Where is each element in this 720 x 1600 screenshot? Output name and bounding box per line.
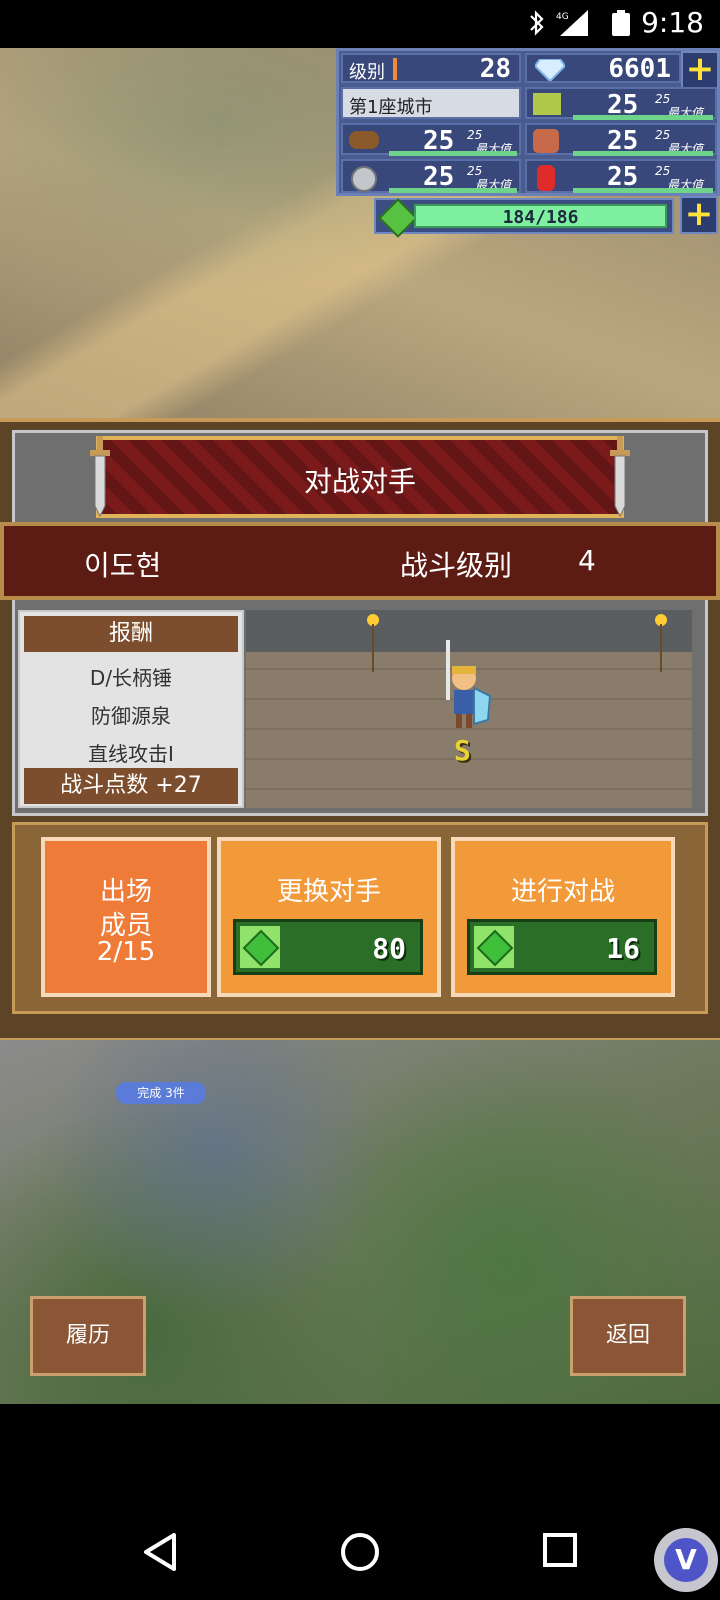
stamina-fill: 184/186	[414, 204, 667, 228]
resource-bar	[573, 188, 713, 193]
food-icon	[533, 129, 559, 153]
battle-points: 战斗点数 +27	[24, 768, 238, 804]
diamond-value: 6601	[608, 54, 671, 84]
status-bar: 4G 9:18	[0, 0, 720, 48]
members-count: 2/15	[96, 937, 156, 967]
diamond-cell: 6601	[525, 53, 681, 84]
ore-icon	[351, 166, 377, 192]
cost-value: 80	[372, 932, 406, 965]
resource-ore: 25 25 最大值	[341, 159, 521, 193]
grass-icon	[533, 93, 561, 115]
resource-food: 25 25 最大值	[525, 123, 717, 156]
completed-bubble[interactable]: 完成 3件	[116, 1082, 206, 1104]
change-opponent-button[interactable]: 更换对手 80	[217, 837, 441, 997]
back-nav-icon[interactable]	[142, 1532, 178, 1572]
title-banner: 对战对手	[90, 436, 630, 518]
resource-hud: 级别 28 6601 + 第1座城市 25 25 最大值 25 25 最大值 2…	[336, 48, 720, 196]
resource-bar	[573, 151, 713, 156]
stamina-value: 184/186	[502, 207, 579, 228]
start-battle-label: 进行对战	[510, 877, 615, 907]
start-battle-cost: 16	[467, 919, 657, 975]
floating-assistant-icon[interactable]: V	[654, 1528, 718, 1592]
torch-icon	[655, 614, 667, 672]
opponent-name: 이도현	[84, 549, 162, 582]
opponent-dialog: 对战对手 이도현 战斗级别 4 报酬 D/长柄锤 防御源泉 直线攻击I 战斗点数…	[0, 418, 720, 1042]
stamina-gem-icon	[378, 198, 418, 238]
arena-view: S	[246, 610, 692, 808]
level-value: 28	[479, 54, 511, 84]
resource-bar	[573, 115, 713, 120]
level-cell: 级别 28	[341, 53, 521, 84]
battery-icon	[612, 10, 630, 36]
resource-bar	[389, 188, 517, 193]
cost-value: 16	[606, 932, 640, 965]
reward-item: D/长柄锤	[89, 666, 173, 690]
change-opponent-cost: 80	[233, 919, 423, 975]
add-stamina-button[interactable]: +	[680, 196, 718, 234]
reward-header: 报酬	[24, 616, 238, 652]
signal-icon: 4G	[556, 10, 588, 36]
members-button[interactable]: 出场 成员 2/15	[41, 837, 211, 997]
reward-item: 防御源泉	[91, 704, 171, 728]
resource-ruby: 25 25 最大值	[525, 159, 717, 193]
bluetooth-icon	[530, 10, 544, 36]
recents-nav-icon[interactable]	[542, 1532, 578, 1568]
network-type: 4G	[556, 12, 569, 22]
gem-icon	[240, 926, 280, 968]
reward-item: 直线攻击I	[88, 742, 174, 766]
resource-bar	[389, 151, 517, 156]
gem-icon	[474, 926, 514, 968]
sword-right-icon	[610, 436, 630, 518]
add-diamond-button[interactable]: +	[681, 51, 719, 89]
level-label: 级别	[349, 62, 385, 83]
torch-icon	[367, 614, 379, 672]
city-label: 第1座城市	[349, 97, 433, 118]
ruby-icon	[537, 165, 555, 191]
change-opponent-label: 更换对手	[276, 877, 381, 907]
battle-level-label: 战斗级别	[400, 549, 513, 582]
resource-grass: 25 25 最大值	[525, 87, 717, 120]
back-button[interactable]: 返回	[570, 1296, 686, 1376]
reward-list: 报酬 D/长柄锤 防御源泉 直线攻击I 战斗点数 +27	[18, 610, 244, 808]
opponent-info: 이도현 战斗级别 4	[0, 522, 720, 600]
battle-level-value: 4	[578, 544, 596, 577]
opponent-rank: S	[454, 734, 471, 767]
wood-icon	[349, 131, 379, 149]
dialog-title: 对战对手	[303, 465, 416, 498]
members-label-1: 出场	[99, 877, 152, 907]
home-nav-icon[interactable]	[340, 1532, 380, 1572]
stamina-bar: 184/186	[374, 198, 674, 238]
history-button[interactable]: 履历	[30, 1296, 146, 1376]
resource-wood: 25 25 最大值	[341, 123, 521, 156]
clock: 9:18	[641, 6, 704, 39]
diamond-icon	[535, 59, 565, 81]
action-buttons: 出场 成员 2/15 更换对手 80 进行对战 16	[12, 822, 708, 1014]
start-battle-button[interactable]: 进行对战 16	[451, 837, 675, 997]
level-progress	[393, 58, 397, 80]
opponent-character[interactable]	[434, 640, 494, 736]
city-cell[interactable]: 第1座城市	[341, 87, 521, 119]
